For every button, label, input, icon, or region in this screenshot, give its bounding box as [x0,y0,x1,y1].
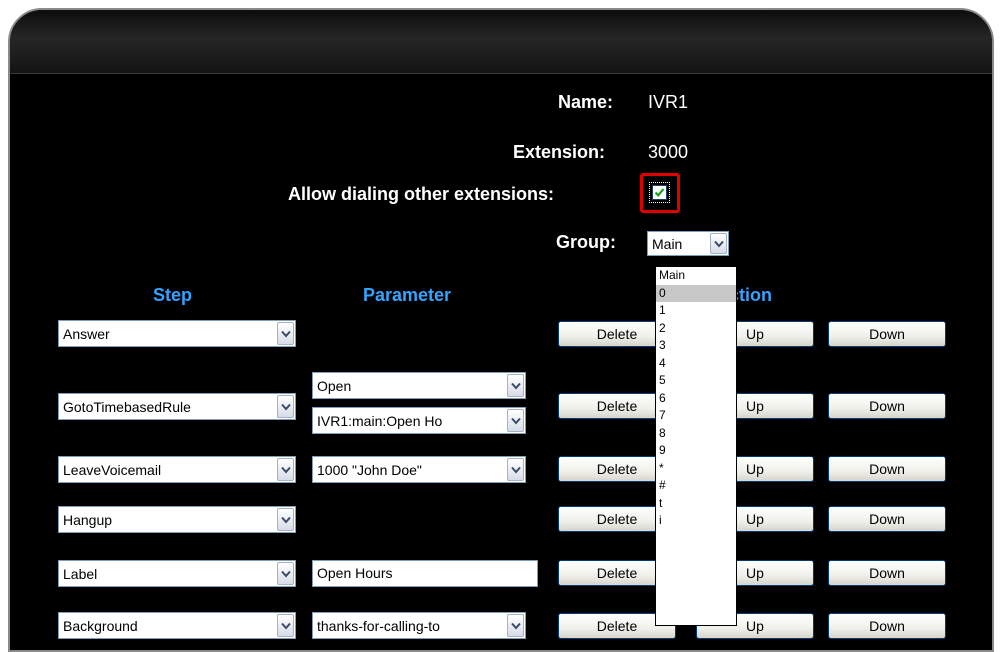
step-select-value: Answer [63,325,110,342]
panel-header-bar [10,10,992,74]
group-option[interactable]: 5 [656,372,736,390]
step-select-value: LeaveVoicemail [63,461,162,478]
down-button[interactable]: Down [828,321,946,347]
chevron-down-icon[interactable] [277,395,294,418]
chevron-down-icon[interactable] [277,322,294,345]
step-select-value: Background [63,617,138,634]
step-select-value: GotoTimebasedRule [63,398,191,415]
name-label: Name: [558,92,614,112]
chevron-down-icon[interactable] [277,508,294,531]
extension-value: 3000 [648,142,689,162]
down-button[interactable]: Down [828,393,946,419]
group-option[interactable]: t [656,495,736,513]
group-option[interactable]: 1 [656,302,736,320]
parameter-select[interactable]: 1000 "John Doe" [312,456,526,483]
chevron-down-icon[interactable] [507,409,524,432]
step-select[interactable]: Hangup [58,506,296,533]
allow-dialing-checkbox[interactable] [649,182,670,203]
chevron-down-icon[interactable] [277,614,294,637]
group-option[interactable]: 9 [656,442,736,460]
down-button[interactable]: Down [828,560,946,586]
extension-label: Extension: [513,142,606,162]
down-button[interactable]: Down [828,613,946,639]
allow-dialing-label: Allow dialing other extensions: [288,184,555,204]
group-option[interactable]: 3 [656,337,736,355]
chevron-down-icon[interactable] [507,374,524,397]
group-option[interactable]: # [656,477,736,495]
group-option[interactable]: * [656,460,736,478]
down-button[interactable]: Down [828,456,946,482]
group-option[interactable]: i [656,512,736,530]
chevron-down-icon[interactable] [507,458,524,481]
chevron-down-icon[interactable] [710,233,727,254]
parameter-select[interactable]: thanks-for-calling-to [312,612,526,639]
parameter-select-value: thanks-for-calling-to [317,617,440,634]
group-option[interactable]: 0 [656,284,736,302]
down-button[interactable]: Down [828,506,946,532]
name-value: IVR1 [648,92,689,112]
chevron-down-icon[interactable] [507,614,524,637]
group-option[interactable]: 2 [656,320,736,338]
step-select[interactable]: Label [58,560,296,587]
step-select-value: Label [63,565,98,582]
step-select[interactable]: GotoTimebasedRule [58,393,296,420]
parameter-select-value: IVR1:main:Open Ho [317,412,443,429]
step-select-value: Hangup [63,511,113,528]
ivr-editor-panel: Name: IVR1 Extension: 3000 Allow dialing… [8,8,994,652]
parameter-select-value: Open [317,377,352,394]
parameter-column-header: Parameter [363,285,452,305]
group-option[interactable]: 8 [656,425,736,443]
group-select[interactable]: Main [647,231,729,256]
step-column-header: Step [153,285,193,305]
group-option[interactable]: 4 [656,355,736,373]
parameter-select[interactable]: Open [312,372,526,399]
parameter-text-input[interactable]: Open Hours [312,560,538,587]
parameter-select-value: 1000 "John Doe" [317,461,422,478]
group-label: Group: [556,232,616,252]
step-select[interactable]: LeaveVoicemail [58,456,296,483]
group-option[interactable]: Main [656,267,736,285]
group-select-value: Main [652,235,683,252]
checkbox-highlight [640,173,680,213]
group-option[interactable]: 6 [656,390,736,408]
chevron-down-icon[interactable] [277,562,294,585]
parameter-select[interactable]: IVR1:main:Open Ho [312,407,526,434]
step-select[interactable]: Answer [58,320,296,347]
group-option[interactable]: 7 [656,407,736,425]
group-dropdown-list[interactable]: Main 0 1 2 3 4 5 6 7 8 9 * # t i [655,266,737,626]
checkmark-icon [654,188,665,197]
step-select[interactable]: Background [58,612,296,639]
chevron-down-icon[interactable] [277,458,294,481]
